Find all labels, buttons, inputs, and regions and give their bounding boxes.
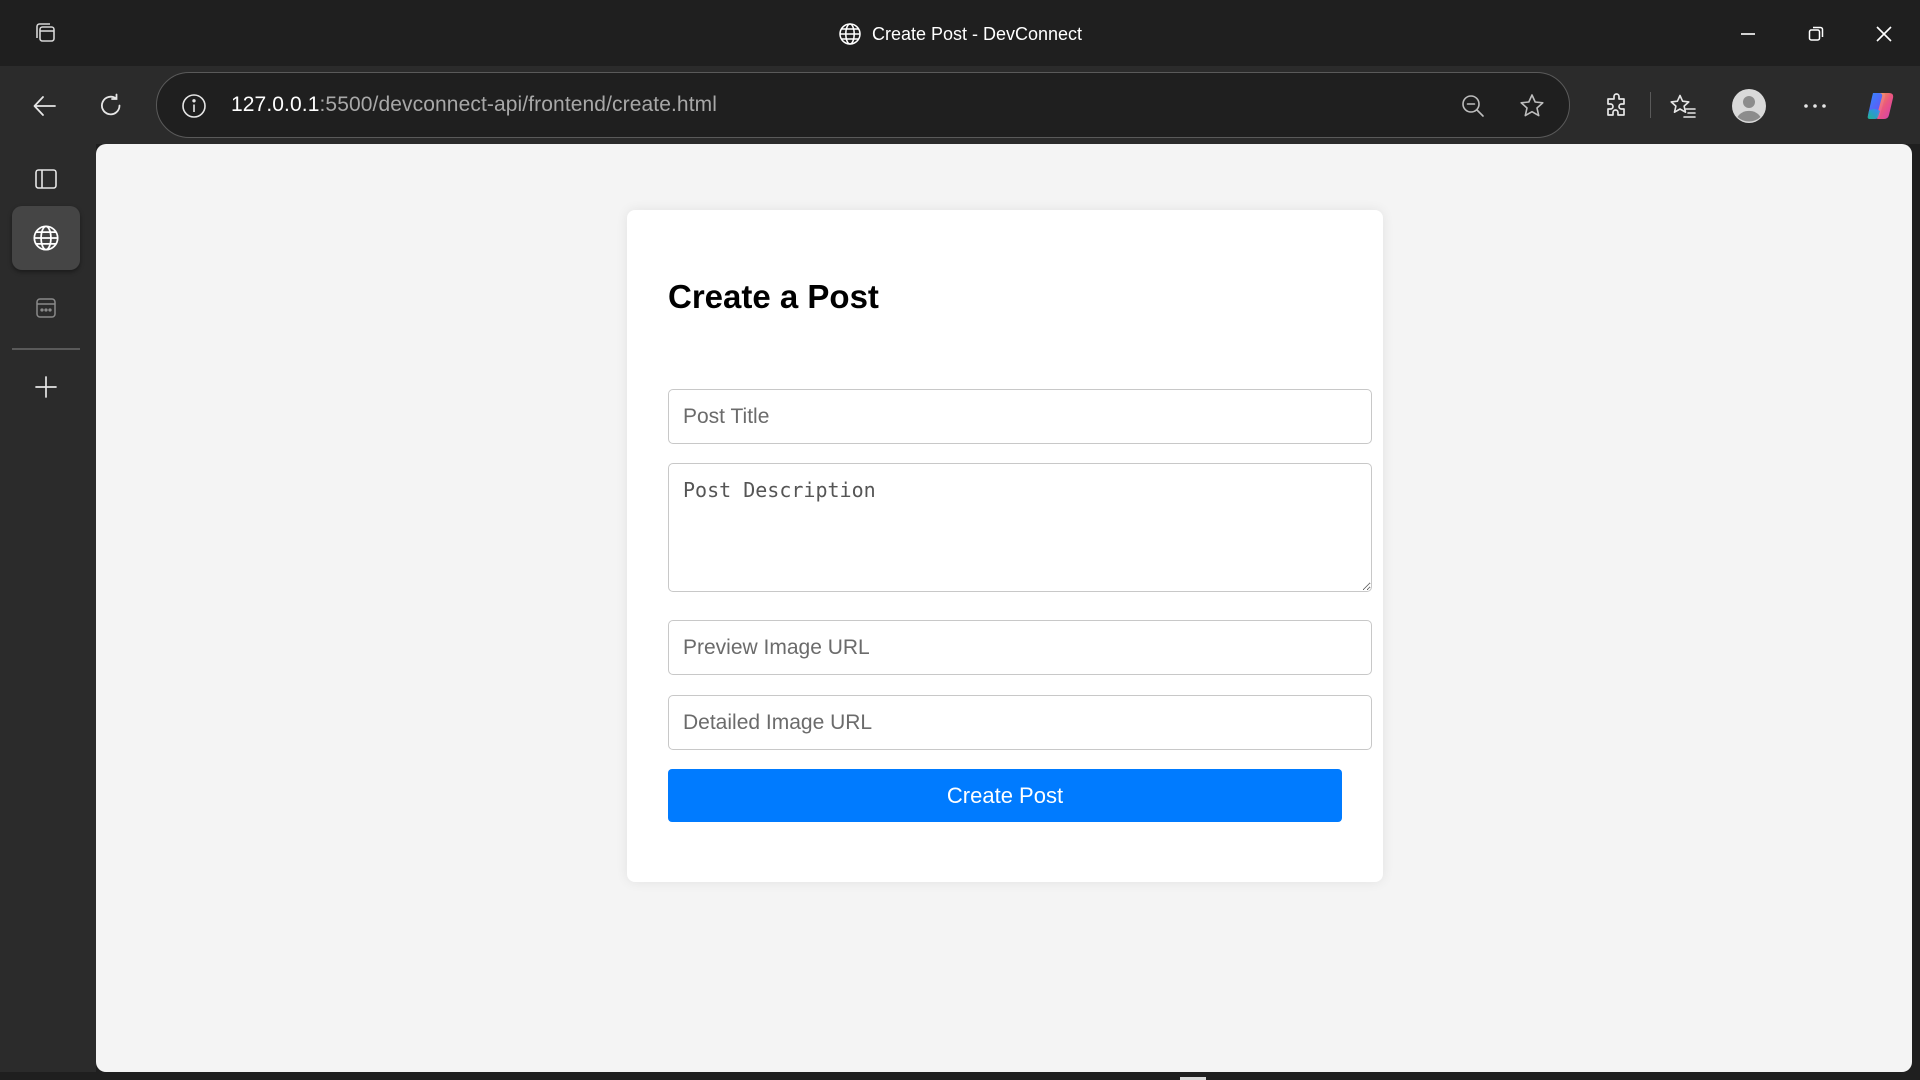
add-icon: [33, 374, 59, 400]
more-icon: [1801, 92, 1829, 120]
extensions-icon: [1603, 92, 1631, 120]
profile-button[interactable]: [1729, 86, 1769, 126]
restore-button[interactable]: [1800, 18, 1832, 50]
favorite-star-icon[interactable]: [1518, 92, 1546, 120]
address-bar[interactable]: 127.0.0.1:5500/devconnect-api/frontend/c…: [156, 72, 1570, 138]
sidebar-divider: [12, 348, 80, 350]
more-options-button[interactable]: [1795, 86, 1835, 126]
profile-icon: [1731, 88, 1767, 124]
create-post-button[interactable]: Create Post: [668, 769, 1342, 822]
globe-icon: [838, 22, 862, 46]
tab-actions-button[interactable]: [12, 147, 80, 211]
tab-create-post[interactable]: [12, 206, 80, 270]
refresh-button[interactable]: [91, 86, 131, 126]
browser-toolbar: 127.0.0.1:5500/devconnect-api/frontend/c…: [0, 66, 1920, 144]
post-title-input[interactable]: [668, 389, 1372, 444]
favorites-button[interactable]: [1663, 86, 1703, 126]
globe-icon: [32, 224, 60, 252]
refresh-icon: [97, 92, 125, 120]
url-host: 127.0.0.1: [231, 93, 320, 116]
copilot-icon: [1864, 89, 1898, 123]
copilot-button[interactable]: [1861, 86, 1901, 126]
minimize-button[interactable]: [1732, 18, 1764, 50]
title-bar: Create Post - DevConnect: [0, 0, 1920, 66]
window-title-text: Create Post - DevConnect: [871, 23, 1083, 44]
window-title: Create Post - DevConnect: [0, 22, 1920, 48]
back-button[interactable]: [25, 86, 65, 126]
url-text[interactable]: 127.0.0.1:5500/devconnect-api/frontend/c…: [231, 93, 717, 117]
page-viewport: Create a Post Create Post: [96, 144, 1912, 1072]
create-post-card: Create a Post Create Post: [627, 210, 1383, 882]
vertical-tab-sidebar: [0, 144, 96, 1080]
url-path: :5500/devconnect-api/frontend/create.htm…: [319, 93, 717, 116]
info-icon[interactable]: [181, 93, 207, 119]
window-bottom-edge: [0, 1072, 1920, 1080]
extensions-button[interactable]: [1597, 86, 1637, 126]
tab-actions-icon: [33, 166, 59, 192]
detailed-image-url-input[interactable]: [668, 695, 1372, 750]
zoom-out-icon[interactable]: [1459, 92, 1487, 120]
new-tab-button[interactable]: [12, 355, 80, 419]
post-description-textarea[interactable]: [668, 463, 1372, 592]
back-arrow-icon: [31, 92, 59, 120]
workspace-icon: [34, 296, 58, 320]
favorites-icon: [1669, 92, 1697, 120]
close-button[interactable]: [1868, 18, 1900, 50]
toolbar-divider: [1650, 92, 1651, 118]
preview-image-url-input[interactable]: [668, 620, 1372, 675]
page-title: Create a Post: [668, 278, 879, 315]
tab-workspace[interactable]: [12, 276, 80, 340]
